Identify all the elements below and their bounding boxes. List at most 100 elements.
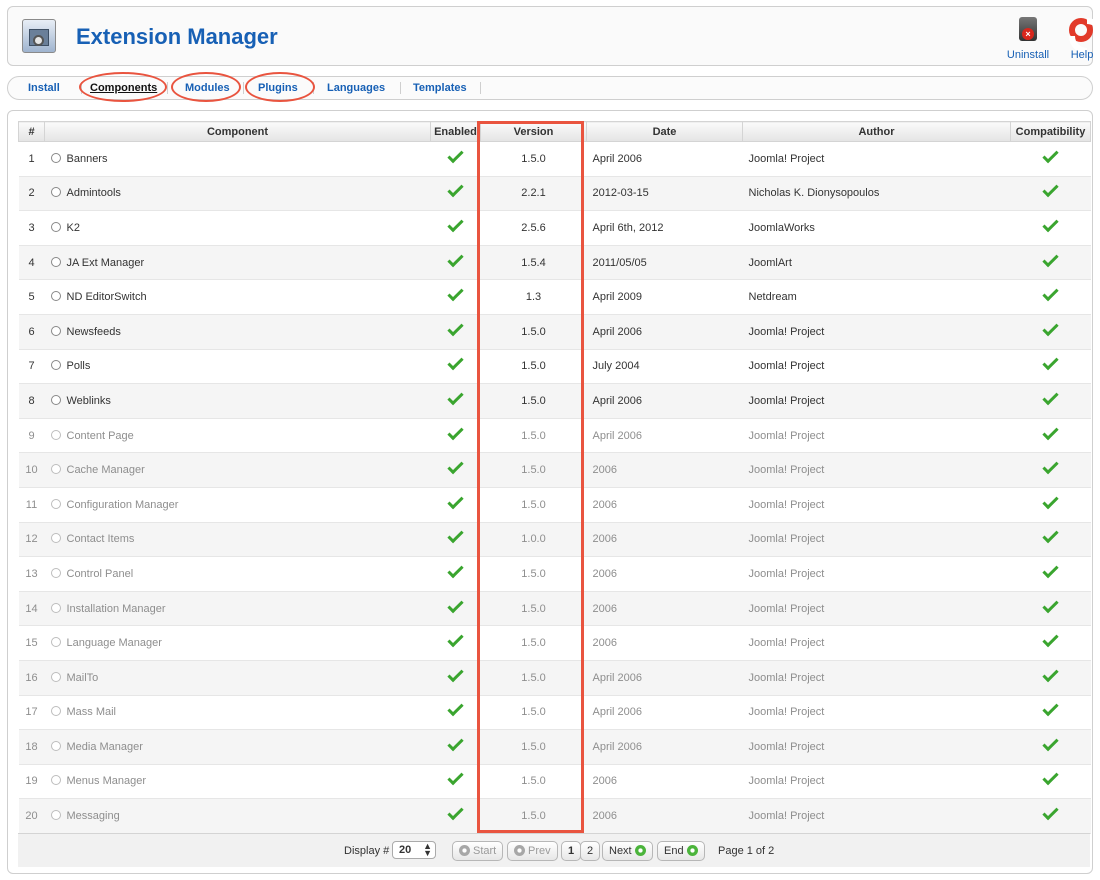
display-limit-select[interactable]: 20 ▲ ▼	[392, 841, 436, 859]
author-cell: Joomla! Project	[742, 314, 1011, 350]
enabled-check-icon[interactable]	[447, 631, 464, 648]
table-row[interactable]: 4 JA Ext Manager 1.5.4 2011/05/05 JoomlArt	[18, 245, 1091, 281]
date-cell: April 2006	[586, 660, 743, 696]
table-row[interactable]: 7 Polls 1.5.0 July 2004 Joomla! Project	[18, 349, 1091, 385]
row-select-radio[interactable]	[50, 325, 61, 336]
next-button[interactable]: Next	[602, 841, 653, 861]
help-button[interactable]: Help	[1060, 15, 1100, 65]
tab-templates[interactable]: Templates	[413, 82, 467, 94]
table-row[interactable]: 8 Weblinks 1.5.0 April 2006 Joomla! Project	[18, 383, 1091, 419]
row-number: 5	[18, 279, 45, 315]
table-row[interactable]: 12 Contact Items 1.0.0 2006 Joomla! Project	[18, 522, 1091, 558]
tab-separator	[243, 82, 244, 94]
compatible-check-icon	[1042, 285, 1059, 302]
date-cell: 2006	[586, 625, 743, 661]
enabled-check-icon[interactable]	[447, 423, 464, 440]
table-row[interactable]: 3 K2 2.5.6 April 6th, 2012 JoomlaWorks	[18, 210, 1091, 246]
row-select-radio[interactable]	[50, 152, 61, 163]
table-row[interactable]: 16 MailTo 1.5.0 April 2006 Joomla! Project	[18, 660, 1091, 696]
row-select-radio[interactable]	[50, 533, 61, 544]
component-cell: Banners	[44, 141, 431, 177]
table-row[interactable]: 9 Content Page 1.5.0 April 2006 Joomla! Proj…	[18, 418, 1091, 454]
component-name: Cache Manager	[66, 464, 145, 477]
enabled-check-icon[interactable]	[447, 181, 464, 198]
row-select-radio[interactable]	[50, 637, 61, 648]
column-header-component[interactable]: Component	[44, 121, 431, 142]
row-select-radio[interactable]	[50, 187, 61, 198]
author-cell: Joomla! Project	[742, 798, 1011, 834]
enabled-check-icon[interactable]	[447, 700, 464, 717]
row-select-radio[interactable]	[50, 221, 61, 232]
row-select-radio[interactable]	[50, 394, 61, 405]
enabled-check-icon[interactable]	[447, 734, 464, 752]
enabled-check-icon[interactable]	[447, 458, 464, 475]
enabled-check-icon[interactable]	[447, 216, 464, 233]
table-row[interactable]: 13 Control Panel 1.5.0 2006 Joomla! Project	[18, 556, 1091, 592]
row-select-radio[interactable]	[50, 498, 61, 509]
table-row[interactable]: 1 Banners 1.5.0 April 2006 Joomla! Project	[18, 141, 1091, 177]
row-select-radio[interactable]	[50, 810, 61, 821]
column-header-number[interactable]: #	[18, 121, 45, 142]
enabled-check-icon[interactable]	[447, 561, 464, 579]
row-select-radio[interactable]	[50, 429, 61, 440]
prev-button[interactable]: Prev	[507, 841, 558, 861]
table-row[interactable]: 10 Cache Manager 1.5.0 2006 Joomla! Project	[18, 452, 1091, 488]
row-select-radio[interactable]	[50, 360, 61, 371]
enabled-check-icon[interactable]	[447, 319, 464, 337]
table-row[interactable]: 6 Newsfeeds 1.5.0 April 2006 Joomla! Project	[18, 314, 1091, 350]
table-row[interactable]: 11 Configuration Manager 1.5.0 2006 Joomla! …	[18, 487, 1091, 523]
component-cell: Cache Manager	[44, 452, 431, 488]
row-select-radio[interactable]	[50, 567, 61, 578]
enabled-check-icon[interactable]	[447, 250, 464, 267]
enabled-check-icon[interactable]	[447, 527, 464, 544]
enabled-check-icon[interactable]	[447, 354, 464, 371]
table-row[interactable]: 2 Admintools 2.2.1 2012-03-15 Nicholas K. Di…	[18, 176, 1091, 212]
enabled-check-icon[interactable]	[447, 665, 464, 683]
row-select-radio[interactable]	[50, 740, 61, 751]
tab-languages[interactable]: Languages	[327, 82, 385, 94]
row-select-radio[interactable]	[50, 775, 61, 786]
row-select-radio[interactable]	[50, 602, 61, 613]
enabled-check-icon[interactable]	[447, 804, 464, 821]
tab-components[interactable]: Components	[90, 82, 157, 94]
enabled-check-icon[interactable]	[447, 146, 464, 164]
table-row[interactable]: 18 Media Manager 1.5.0 April 2006 Joomla! Pr…	[18, 729, 1091, 765]
enabled-check-icon[interactable]	[447, 492, 464, 510]
end-button[interactable]: End	[657, 841, 705, 861]
column-header-date[interactable]: Date	[586, 121, 743, 142]
table-row[interactable]: 20 Messaging 1.5.0 2006 Joomla! Project	[18, 798, 1091, 834]
enabled-check-icon[interactable]	[447, 285, 464, 302]
row-select-radio[interactable]	[50, 256, 61, 267]
table-row[interactable]: 15 Language Manager 1.5.0 2006 Joomla! Proje…	[18, 625, 1091, 661]
column-header-author[interactable]: Author	[742, 121, 1011, 142]
table-row[interactable]: 14 Installation Manager 1.5.0 2006 Joomla! P…	[18, 591, 1091, 627]
row-select-radio[interactable]	[50, 291, 61, 302]
column-header-version[interactable]: Version	[480, 121, 587, 142]
row-select-radio[interactable]	[50, 706, 61, 717]
enabled-check-icon[interactable]	[447, 769, 464, 786]
version-cell: 1.5.0	[480, 660, 587, 696]
table-row[interactable]: 5 ND EditorSwitch 1.3 April 2009 Netdream	[18, 279, 1091, 315]
column-header-enabled[interactable]: Enabled	[430, 121, 481, 142]
tab-install[interactable]: Install	[28, 82, 60, 94]
column-header-compatibility[interactable]: Compatibility	[1010, 121, 1091, 142]
page-2-button[interactable]: 2	[580, 841, 601, 861]
author-cell: Joomla! Project	[742, 625, 1011, 661]
uninstall-button[interactable]: × Uninstall	[1006, 15, 1050, 65]
table-header-row: # Component Enabled Version Date Author …	[18, 121, 1091, 142]
enabled-check-icon[interactable]	[447, 596, 464, 613]
page-1-button[interactable]: 1	[561, 841, 582, 861]
table-row[interactable]: 17 Mass Mail 1.5.0 April 2006 Joomla! Projec…	[18, 695, 1091, 731]
tab-plugins[interactable]: Plugins	[258, 82, 298, 94]
author-cell: Joomla! Project	[742, 556, 1011, 592]
tab-modules[interactable]: Modules	[185, 82, 230, 94]
enabled-check-icon[interactable]	[447, 388, 464, 406]
version-cell: 1.5.4	[480, 245, 587, 281]
component-cell: K2	[44, 210, 431, 246]
author-cell: Joomla! Project	[742, 349, 1011, 385]
start-button[interactable]: Start	[452, 841, 504, 861]
select-arrows-icon: ▲ ▼	[423, 841, 432, 858]
row-select-radio[interactable]	[50, 671, 61, 682]
table-row[interactable]: 19 Menus Manager 1.5.0 2006 Joomla! Project	[18, 764, 1091, 800]
row-select-radio[interactable]	[50, 464, 61, 475]
